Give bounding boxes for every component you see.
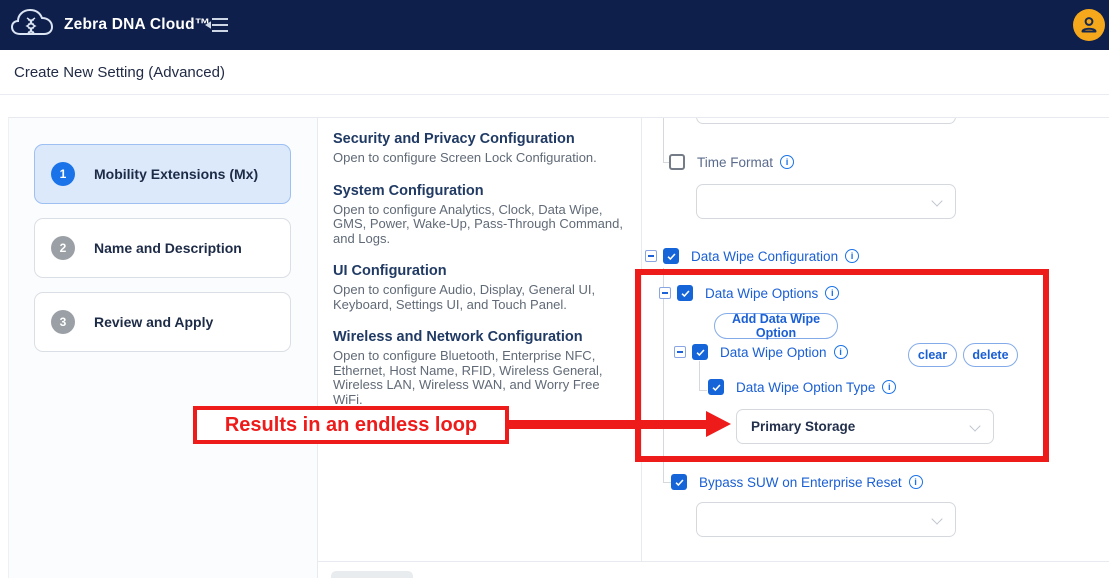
data-wipe-configuration-label: Data Wipe Configuration bbox=[691, 249, 838, 264]
category-title[interactable]: Wireless and Network Configuration bbox=[333, 329, 623, 345]
data-wipe-options-label: Data Wipe Options bbox=[705, 286, 818, 301]
zebra-cloud-dna-logo-icon bbox=[10, 6, 54, 44]
check-icon bbox=[695, 347, 706, 358]
info-icon[interactable]: i bbox=[780, 155, 794, 169]
info-icon[interactable]: i bbox=[882, 380, 896, 394]
annotation-callout: Results in an endless loop bbox=[193, 406, 509, 444]
step-label: Review and Apply bbox=[94, 314, 213, 330]
data-wipe-options-checkbox[interactable] bbox=[677, 285, 693, 301]
bottom-action-button[interactable] bbox=[331, 571, 413, 578]
data-wipe-option-checkbox[interactable] bbox=[692, 344, 708, 360]
category-description: Open to configure Screen Lock Configurat… bbox=[333, 151, 623, 166]
dropdown-value: Primary Storage bbox=[751, 419, 855, 434]
app-title: Zebra DNA Cloud™ bbox=[64, 16, 210, 34]
page-title: Create New Setting (Advanced) bbox=[14, 64, 225, 81]
page-title-bar: Create New Setting (Advanced) bbox=[0, 50, 1109, 95]
content-panel: 1 Mobility Extensions (Mx) 2 Name and De… bbox=[8, 117, 1109, 578]
app-header: Zebra DNA Cloud™ bbox=[0, 0, 1109, 50]
annotation-text: Results in an endless loop bbox=[225, 414, 477, 437]
user-avatar[interactable] bbox=[1073, 9, 1105, 41]
data-wipe-option-label: Data Wipe Option bbox=[720, 345, 827, 360]
tree-connector bbox=[663, 482, 671, 483]
bypass-suw-checkbox[interactable] bbox=[671, 474, 687, 490]
chevron-down-icon bbox=[969, 420, 980, 431]
chevron-down-icon bbox=[931, 513, 942, 524]
bypass-suw-label: Bypass SUW on Enterprise Reset bbox=[699, 475, 902, 490]
category-description: Open to configure Audio, Display, Genera… bbox=[333, 283, 623, 312]
step-review-and-apply[interactable]: 3 Review and Apply bbox=[34, 292, 291, 352]
check-icon bbox=[674, 477, 685, 488]
wizard-steps-sidebar: 1 Mobility Extensions (Mx) 2 Name and De… bbox=[9, 118, 318, 578]
time-format-dropdown[interactable] bbox=[696, 184, 956, 219]
collapse-expander-icon[interactable] bbox=[674, 346, 686, 358]
category-system: System Configuration Open to configure A… bbox=[333, 183, 623, 247]
menu-collapse-icon[interactable] bbox=[205, 17, 229, 33]
category-title[interactable]: System Configuration bbox=[333, 183, 623, 199]
annotation-arrow-shaft bbox=[507, 420, 709, 429]
info-icon[interactable]: i bbox=[825, 286, 839, 300]
category-ui: UI Configuration Open to configure Audio… bbox=[333, 263, 623, 312]
data-wipe-option-type-label: Data Wipe Option Type bbox=[736, 380, 875, 395]
add-data-wipe-option-button[interactable]: Add Data Wipe Option bbox=[714, 313, 838, 339]
collapse-expander-icon[interactable] bbox=[659, 287, 671, 299]
category-description: Open to configure Analytics, Clock, Data… bbox=[333, 203, 623, 247]
category-title[interactable]: UI Configuration bbox=[333, 263, 623, 279]
data-wipe-option-row: Data Wipe Option i bbox=[674, 344, 848, 360]
time-format-label: Time Format bbox=[697, 155, 773, 170]
zebra-dna-cloud-app: Zebra DNA Cloud™ Create New Setting (Adv… bbox=[0, 0, 1109, 578]
configuration-category-list: Security and Privacy Configuration Open … bbox=[318, 118, 642, 562]
settings-form: Time Format i Data Wipe Configuration i bbox=[642, 118, 1109, 562]
clear-button[interactable]: clear bbox=[908, 343, 957, 367]
category-description: Open to configure Bluetooth, Enterprise … bbox=[333, 349, 623, 407]
time-format-row: Time Format i bbox=[669, 154, 794, 170]
data-wipe-option-type-row: Data Wipe Option Type i bbox=[708, 379, 896, 395]
data-wipe-option-type-dropdown[interactable]: Primary Storage bbox=[736, 409, 994, 444]
person-icon bbox=[1079, 15, 1099, 35]
previous-setting-dropdown[interactable] bbox=[696, 118, 956, 124]
info-icon[interactable]: i bbox=[909, 475, 923, 489]
step-number-badge: 2 bbox=[51, 236, 75, 260]
check-icon bbox=[680, 288, 691, 299]
step-number-badge: 3 bbox=[51, 310, 75, 334]
info-icon[interactable]: i bbox=[845, 249, 859, 263]
annotation-arrow-head-icon bbox=[706, 411, 731, 437]
step-mobility-extensions[interactable]: 1 Mobility Extensions (Mx) bbox=[34, 144, 291, 204]
step-label: Mobility Extensions (Mx) bbox=[94, 166, 258, 182]
tree-connector bbox=[699, 390, 707, 391]
data-wipe-option-type-checkbox[interactable] bbox=[708, 379, 724, 395]
chevron-down-icon bbox=[931, 195, 942, 206]
delete-button[interactable]: delete bbox=[963, 343, 1018, 367]
check-icon bbox=[666, 251, 677, 262]
bypass-suw-row: Bypass SUW on Enterprise Reset i bbox=[671, 474, 923, 490]
check-icon bbox=[711, 382, 722, 393]
tree-connector bbox=[663, 118, 664, 162]
data-wipe-configuration-checkbox[interactable] bbox=[663, 248, 679, 264]
data-wipe-configuration-row: Data Wipe Configuration i bbox=[645, 248, 859, 264]
category-title[interactable]: Security and Privacy Configuration bbox=[333, 131, 623, 147]
step-label: Name and Description bbox=[94, 240, 242, 256]
time-format-checkbox[interactable] bbox=[669, 154, 685, 170]
category-security-privacy: Security and Privacy Configuration Open … bbox=[333, 131, 623, 166]
data-wipe-options-row: Data Wipe Options i bbox=[659, 285, 839, 301]
tree-connector bbox=[699, 361, 700, 390]
collapse-expander-icon[interactable] bbox=[645, 250, 657, 262]
step-name-and-description[interactable]: 2 Name and Description bbox=[34, 218, 291, 278]
bypass-suw-dropdown[interactable] bbox=[696, 502, 956, 537]
step-number-badge: 1 bbox=[51, 162, 75, 186]
category-wireless-network: Wireless and Network Configuration Open … bbox=[333, 329, 623, 407]
info-icon[interactable]: i bbox=[834, 345, 848, 359]
